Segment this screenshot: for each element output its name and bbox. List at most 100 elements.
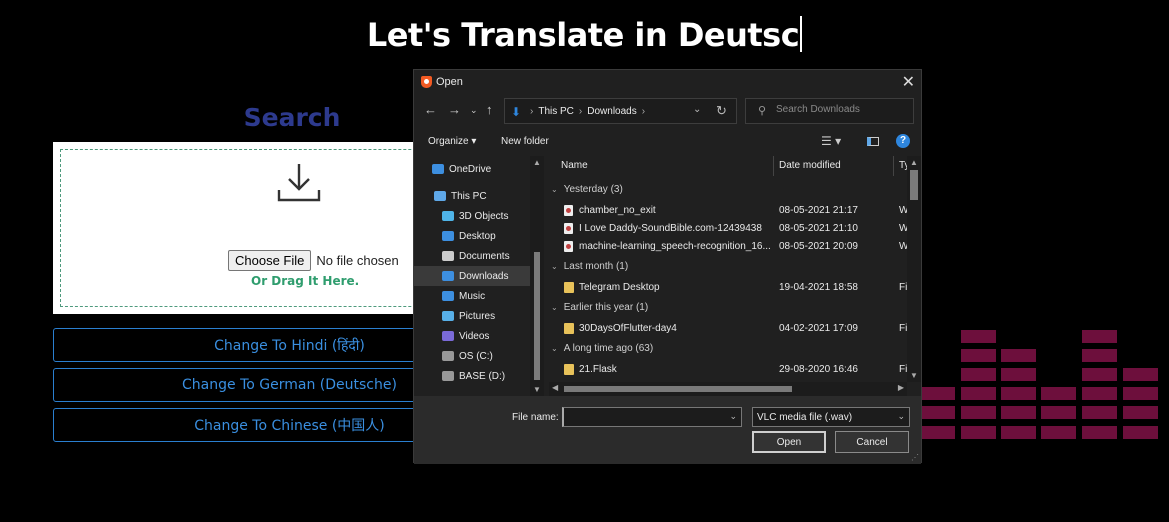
forward-arrow-icon[interactable]: → — [448, 102, 461, 117]
search-box[interactable]: ⚲ — [745, 98, 914, 124]
file-input-row: Choose File No file chosen — [228, 250, 399, 271]
new-folder-button[interactable]: New folder — [501, 136, 549, 147]
scroll-down-icon[interactable]: ▼ — [910, 371, 918, 380]
file-row[interactable]: machine-learning_speech-recognition_16..… — [549, 238, 911, 256]
music-icon — [442, 291, 454, 301]
resize-grip-icon[interactable]: ⋰ — [911, 453, 919, 462]
upload-card[interactable]: Choose File No file chosen Or Drag It He… — [53, 142, 473, 314]
recent-locations-icon[interactable]: ⌄ — [470, 105, 478, 116]
change-view-icon[interactable]: ☰ ▾ — [821, 134, 841, 148]
scroll-thumb[interactable] — [910, 170, 918, 200]
address-bar[interactable]: ⬇ › This PC › Downloads › ⌄ ↻ — [504, 98, 737, 124]
up-arrow-icon[interactable]: ↑ — [486, 102, 493, 117]
preview-pane-icon[interactable] — [867, 137, 879, 146]
collapse-chevron-icon[interactable]: ⌄ — [551, 344, 558, 353]
breadcrumb-downloads[interactable]: Downloads — [587, 106, 636, 117]
nav-item[interactable]: OneDrive — [414, 159, 530, 179]
group-header[interactable]: ⌄ Earlier this year (1) — [551, 302, 648, 313]
file-list-scrollbar[interactable]: ▲ ▼ — [907, 156, 921, 382]
folder-icon — [564, 323, 574, 334]
file-type-select[interactable]: VLC media file (.wav) ⌄ — [752, 407, 910, 427]
equalizer-bar — [1041, 426, 1076, 439]
file-date: 08-05-2021 20:09 — [779, 241, 858, 252]
help-icon[interactable]: ? — [896, 134, 910, 148]
refresh-icon[interactable]: ↻ — [716, 103, 727, 119]
organize-button[interactable]: Organize ▾ — [428, 136, 476, 147]
equalizer-bar — [961, 368, 996, 381]
scroll-up-icon[interactable]: ▲ — [910, 158, 918, 167]
equalizer-bar — [1082, 406, 1117, 419]
equalizer-bar — [1082, 426, 1117, 439]
horizontal-scrollbar[interactable]: ◀ ▶ — [549, 382, 907, 396]
nav-item-label: Videos — [459, 330, 490, 342]
search-input[interactable] — [776, 104, 906, 115]
column-divider[interactable] — [773, 156, 774, 176]
dialog-title: Open — [436, 76, 463, 88]
nav-item[interactable]: Downloads — [414, 266, 530, 286]
equalizer-bar — [1082, 330, 1117, 343]
button-label: Change To Chinese (中国人) — [194, 418, 385, 434]
file-name: machine-learning_speech-recognition_16..… — [579, 241, 771, 252]
equalizer-bar — [1123, 406, 1158, 419]
scroll-down-icon[interactable]: ▼ — [533, 385, 541, 394]
nav-item[interactable]: BASE (D:) — [414, 366, 530, 386]
scroll-left-icon[interactable]: ◀ — [552, 383, 558, 392]
scroll-right-icon[interactable]: ▶ — [898, 383, 904, 392]
nav-scrollbar[interactable]: ▲ ▼ — [530, 156, 544, 396]
file-row[interactable]: 21.Flask 29-08-2020 16:46 Fil — [549, 361, 911, 379]
scroll-thumb[interactable] — [534, 252, 540, 380]
file-date: 08-05-2021 21:10 — [779, 223, 858, 234]
search-heading: Search — [243, 103, 341, 132]
media-file-icon — [564, 205, 573, 216]
nav-item[interactable]: Music — [414, 286, 530, 306]
group-header[interactable]: ⌄ Last month (1) — [551, 261, 628, 272]
drop-zone[interactable]: Choose File No file chosen Or Drag It He… — [60, 149, 466, 307]
equalizer-bar — [1001, 426, 1036, 439]
page-title-text: Let's Translate in Deutsc — [366, 16, 800, 54]
column-divider[interactable] — [893, 156, 894, 176]
nav-item[interactable]: OS (C:) — [414, 346, 530, 366]
nav-item[interactable]: This PC — [414, 186, 530, 206]
choose-file-button[interactable]: Choose File — [228, 250, 312, 271]
open-button[interactable]: Open — [752, 431, 826, 453]
collapse-chevron-icon[interactable]: ⌄ — [551, 303, 558, 312]
breadcrumb-this-pc[interactable]: This PC — [538, 106, 574, 117]
chevron-down-icon[interactable]: ⌄ — [693, 104, 701, 115]
file-date: 08-05-2021 21:17 — [779, 205, 858, 216]
download-icon — [442, 271, 454, 281]
group-label: A long time ago (63) — [563, 343, 654, 354]
scroll-up-icon[interactable]: ▲ — [533, 158, 541, 167]
nav-item-label: Music — [459, 290, 486, 302]
file-row[interactable]: I Love Daddy-SoundBible.com-12439438 08-0… — [549, 220, 911, 238]
equalizer-bar — [1123, 426, 1158, 439]
group-header[interactable]: ⌄ A long time ago (63) — [551, 343, 653, 354]
brave-browser-icon — [421, 76, 432, 88]
group-header[interactable]: ⌄ Yesterday (3) — [551, 184, 623, 195]
nav-item[interactable]: 3D Objects — [414, 206, 530, 226]
collapse-chevron-icon[interactable]: ⌄ — [551, 262, 558, 271]
nav-item-label: This PC — [451, 190, 487, 202]
drive-icon — [442, 351, 454, 361]
collapse-chevron-icon[interactable]: ⌄ — [551, 185, 558, 194]
chevron-down-icon[interactable]: ⌄ — [729, 411, 737, 422]
file-name: I Love Daddy-SoundBible.com-12439438 — [579, 223, 762, 234]
equalizer-bar — [1041, 387, 1076, 400]
scroll-thumb[interactable] — [564, 386, 792, 392]
documents-icon — [442, 251, 454, 261]
nav-item[interactable]: Videos — [414, 326, 530, 346]
folder-icon — [564, 364, 574, 375]
close-icon[interactable]: ✕ — [902, 72, 915, 92]
nav-item[interactable]: Pictures — [414, 306, 530, 326]
file-row[interactable]: chamber_no_exit 08-05-2021 21:17 W — [549, 202, 911, 220]
cancel-button[interactable]: Cancel — [835, 431, 909, 453]
file-row[interactable]: Telegram Desktop 19-04-2021 18:58 Fil — [549, 279, 911, 297]
file-row[interactable]: 30DaysOfFlutter-day4 04-02-2021 17:09 Fil — [549, 320, 911, 338]
text-caret — [800, 16, 803, 52]
column-header-date[interactable]: Date modified — [779, 160, 841, 171]
column-header-name[interactable]: Name — [561, 160, 588, 171]
file-name-input[interactable]: ⌄ — [562, 407, 742, 427]
back-arrow-icon[interactable]: ← — [424, 102, 437, 117]
navigation-bar: ← → ⌄ ↑ ⬇ › This PC › Downloads › ⌄ ↻ ⚲ — [414, 98, 921, 124]
nav-item[interactable]: Desktop — [414, 226, 530, 246]
nav-item[interactable]: Documents — [414, 246, 530, 266]
